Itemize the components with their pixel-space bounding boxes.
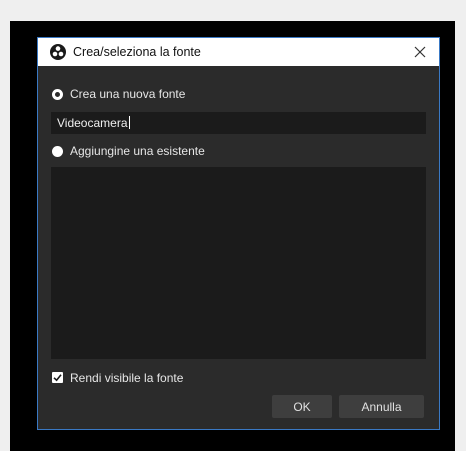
text-caret (128, 116, 130, 129)
dialog-title: Crea/seleziona la fonte (73, 45, 201, 59)
close-button[interactable] (401, 38, 439, 66)
add-existing-radio[interactable] (52, 146, 63, 157)
title-bar: Crea/seleziona la fonte (38, 38, 439, 66)
source-name-input[interactable]: Videocamera (51, 112, 426, 134)
checkmark-icon (53, 374, 62, 382)
close-icon (414, 46, 426, 58)
visible-checkbox[interactable] (52, 372, 63, 383)
ok-button[interactable]: OK (272, 395, 332, 418)
cancel-button[interactable]: Annulla (339, 395, 424, 418)
add-existing-label: Aggiungine una esistente (70, 144, 205, 158)
visible-checkbox-label: Rendi visibile la fonte (70, 371, 184, 385)
existing-sources-list[interactable] (51, 167, 426, 359)
create-new-radio[interactable] (52, 89, 63, 100)
create-new-label: Crea una nuova fonte (70, 87, 186, 101)
select-source-dialog: Crea/seleziona la fonte Crea una nuova f… (37, 37, 440, 430)
obs-logo-icon (50, 44, 66, 60)
source-name-value: Videocamera (57, 116, 128, 130)
